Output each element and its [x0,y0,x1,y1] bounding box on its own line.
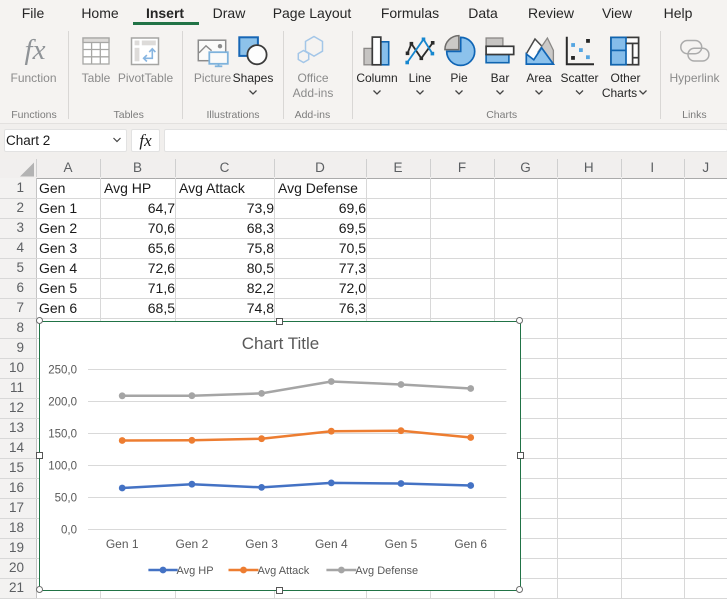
svg-text:Avg Defense: Avg Defense [355,565,418,577]
svg-text:150,0: 150,0 [48,429,77,441]
svg-text:Gen 3: Gen 3 [245,537,278,551]
svg-text:Gen 6: Gen 6 [454,537,487,551]
svg-text:Avg HP: Avg HP [176,565,213,577]
svg-text:Avg Attack: Avg Attack [257,565,309,577]
svg-text:200,0: 200,0 [48,397,77,409]
svg-text:50,0: 50,0 [54,493,76,505]
svg-text:Gen 4: Gen 4 [314,537,347,551]
svg-text:0,0: 0,0 [61,525,77,537]
svg-text:Gen 5: Gen 5 [384,537,417,551]
svg-text:100,0: 100,0 [48,461,77,473]
svg-text:Chart Title: Chart Title [241,334,318,353]
svg-text:Gen 2: Gen 2 [175,537,208,551]
svg-text:250,0: 250,0 [48,365,77,377]
svg-text:Gen 1: Gen 1 [105,537,138,551]
